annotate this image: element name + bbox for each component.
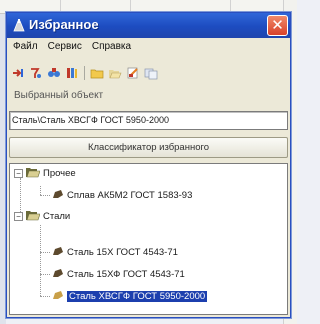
- material-icon: [52, 268, 64, 281]
- toolbar: [11, 64, 158, 82]
- folder-icon[interactable]: [90, 66, 104, 80]
- collapse-toggle[interactable]: −: [14, 212, 23, 221]
- folder-open-icon: [26, 167, 41, 181]
- tree-group-label: Прочее: [43, 168, 76, 179]
- edit-icon[interactable]: [126, 66, 140, 80]
- binoculars-icon[interactable]: [47, 66, 61, 80]
- tree-connector: [40, 225, 41, 296]
- material-icon: [52, 246, 64, 259]
- toolbar-separator: [84, 66, 85, 80]
- filter-icon[interactable]: [29, 66, 43, 80]
- favorites-window: Избранное ✕ Файл Сервис Справка Выбранны…: [6, 12, 291, 318]
- tree-item-label: Сталь 15Х ГОСТ 4543-71: [67, 247, 178, 258]
- tree-item[interactable]: Сталь 15ХФ ГОСТ 4543-71: [52, 268, 185, 281]
- window-title: Избранное: [29, 17, 99, 32]
- selected-object-label: Выбранный объект: [14, 90, 104, 101]
- tree-item-label: Сталь ХВСГФ ГОСТ 5950-2000: [67, 291, 208, 302]
- tree-group-other[interactable]: − Прочее: [14, 167, 76, 180]
- import-icon[interactable]: [11, 66, 25, 80]
- tree-item[interactable]: Сплав АК5М2 ГОСТ 1583-93: [52, 189, 192, 202]
- collapse-toggle[interactable]: −: [14, 169, 23, 178]
- selected-object-field[interactable]: Сталь\Сталь ХВСГФ ГОСТ 5950-2000: [9, 111, 288, 130]
- folder-open-icon: [26, 210, 41, 224]
- material-icon: [52, 290, 64, 303]
- menu-help[interactable]: Справка: [92, 41, 131, 57]
- menu-bar: Файл Сервис Справка: [9, 41, 131, 57]
- tree-connector: [40, 274, 50, 275]
- tree-item[interactable]: Сталь 15Х ГОСТ 4543-71: [52, 246, 178, 259]
- material-icon: [52, 189, 64, 202]
- menu-service[interactable]: Сервис: [48, 41, 82, 57]
- close-button[interactable]: ✕: [267, 15, 288, 36]
- tree-item-label: Сплав АК5М2 ГОСТ 1583-93: [67, 190, 193, 201]
- tree-connector: [20, 178, 21, 214]
- tree-connector: [40, 252, 50, 253]
- tree-group-label: Стали: [43, 211, 71, 222]
- books-icon[interactable]: [65, 66, 79, 80]
- favorites-classifier-button[interactable]: Классификатор избранного: [9, 137, 288, 158]
- tree-item-selected[interactable]: Сталь ХВСГФ ГОСТ 5950-2000: [52, 290, 208, 303]
- menu-file[interactable]: Файл: [13, 41, 38, 57]
- copy-icon[interactable]: [144, 66, 158, 80]
- tree-connector: [40, 195, 50, 196]
- title-bar[interactable]: Избранное ✕: [7, 13, 290, 38]
- favorites-tree: − Прочее Сплав АК5М2 ГОСТ 1583-93 − Стал…: [9, 163, 288, 315]
- tree-item-label: Сталь 15ХФ ГОСТ 4543-71: [67, 269, 185, 280]
- folder-open-icon[interactable]: [108, 66, 122, 80]
- tree-group-steels[interactable]: − Стали: [14, 210, 70, 223]
- tree-connector: [40, 296, 50, 297]
- app-icon: [13, 19, 25, 32]
- tree-connector: [40, 186, 41, 195]
